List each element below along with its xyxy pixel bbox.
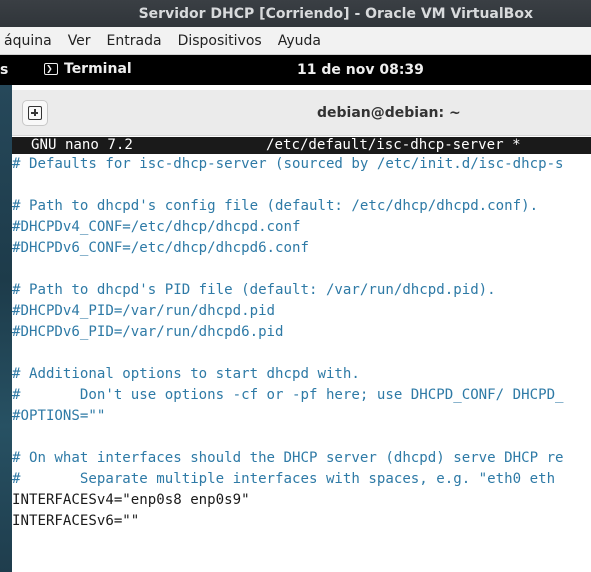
editor-line[interactable]: #DHCPDv4_CONF=/etc/dhcp/dhcpd.conf — [12, 217, 591, 238]
menu-item-ayuda[interactable]: Ayuda — [270, 33, 329, 49]
terminal-window: debian@debian: ~ GNU nano 7.2 /etc/defau… — [12, 85, 591, 572]
editor-line[interactable]: INTERFACESv4="enp0s8 enp0s9" — [12, 490, 591, 511]
editor-line[interactable] — [12, 175, 591, 196]
editor-line[interactable] — [12, 259, 591, 280]
editor-line[interactable]: #DHCPDv6_PID=/var/run/dhcpd6.pid — [12, 322, 591, 343]
app-menu-terminal[interactable]: ❯ Terminal — [44, 61, 132, 77]
menu-item-dispositivos[interactable]: Dispositivos — [170, 33, 270, 49]
editor-line[interactable]: # Separate multiple interfaces with spac… — [12, 469, 591, 490]
editor-line[interactable] — [12, 343, 591, 364]
menu-item-maquina[interactable]: áquina — [0, 33, 60, 49]
editor-line[interactable]: # Don't use options -cf or -pf here; use… — [12, 385, 591, 406]
vbox-window-title-bar[interactable]: Servidor DHCP [Corriendo] - Oracle VM Vi… — [0, 0, 591, 27]
editor-line[interactable]: # Path to dhcpd's PID file (default: /va… — [12, 280, 591, 301]
editor-line[interactable]: INTERFACESv6="" — [12, 511, 591, 532]
terminal-header-bar[interactable]: debian@debian: ~ — [12, 90, 591, 136]
nano-editor[interactable]: GNU nano 7.2 /etc/default/isc-dhcp-serve… — [12, 136, 591, 572]
editor-line[interactable]: #DHCPDv6_CONF=/etc/dhcp/dhcpd6.conf — [12, 238, 591, 259]
editor-line[interactable]: # Additional options to start dhcpd with… — [12, 364, 591, 385]
gnome-top-bar: s ❯ Terminal 11 de nov 08:39 — [0, 55, 591, 85]
new-tab-button[interactable] — [22, 100, 48, 126]
clock[interactable]: 11 de nov 08:39 — [297, 62, 424, 78]
editor-line[interactable]: # Path to dhcpd's config file (default: … — [12, 196, 591, 217]
nano-file-path: /etc/default/isc-dhcp-server * — [266, 137, 521, 153]
nano-title-bar: GNU nano 7.2 /etc/default/isc-dhcp-serve… — [12, 137, 591, 154]
editor-text-area[interactable]: # Defaults for isc-dhcp-server (sourced … — [12, 154, 591, 532]
vbox-window-title: Servidor DHCP [Corriendo] - Oracle VM Vi… — [138, 5, 533, 22]
editor-line[interactable]: #OPTIONS="" — [12, 406, 591, 427]
menu-item-ver[interactable]: Ver — [60, 33, 99, 49]
plus-icon — [28, 106, 42, 120]
terminal-icon: ❯ — [44, 63, 58, 75]
menu-item-entrada[interactable]: Entrada — [99, 33, 170, 49]
vbox-menubar: áquina Ver Entrada Dispositivos Ayuda — [0, 27, 591, 55]
editor-line[interactable] — [12, 427, 591, 448]
nano-version: GNU nano 7.2 — [31, 137, 133, 153]
activities-button[interactable]: s — [0, 62, 8, 78]
editor-line[interactable]: # Defaults for isc-dhcp-server (sourced … — [12, 154, 591, 175]
editor-line[interactable]: #DHCPDv4_PID=/var/run/dhcpd.pid — [12, 301, 591, 322]
app-menu-label: Terminal — [64, 61, 132, 77]
desktop-background — [0, 85, 12, 572]
terminal-title: debian@debian: ~ — [317, 105, 461, 121]
editor-line[interactable]: # On what interfaces should the DHCP ser… — [12, 448, 591, 469]
